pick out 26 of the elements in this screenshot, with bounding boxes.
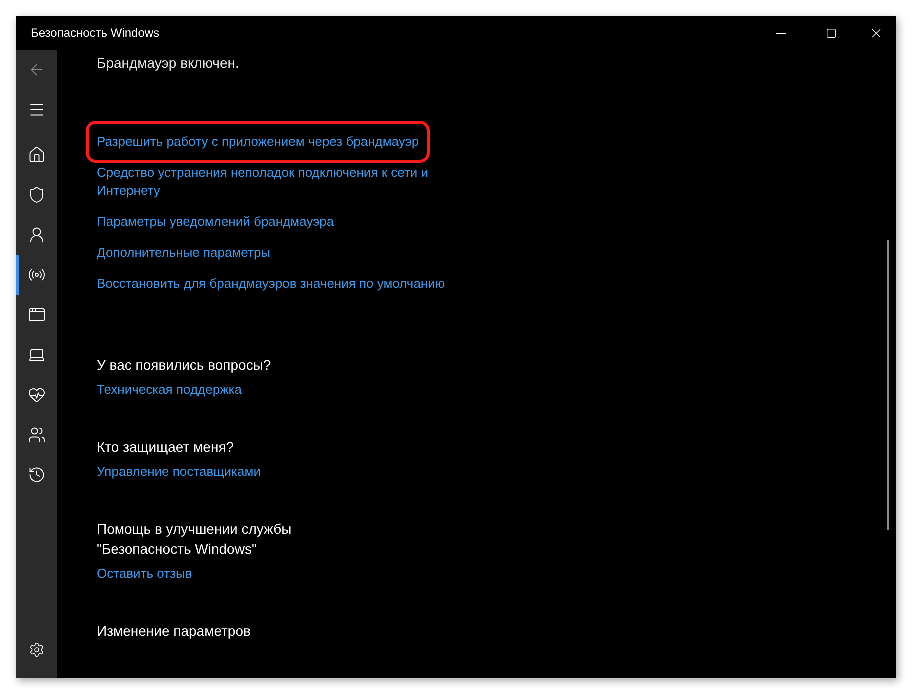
section-heading: У вас появились вопросы?: [97, 356, 272, 375]
section-heading: Кто защищает меня?: [97, 438, 236, 457]
person-icon: [28, 226, 46, 244]
section-link[interactable]: Оставить отзыв: [97, 565, 192, 583]
settings-link[interactable]: Параметры уведомлений брандмауэра: [97, 213, 334, 231]
minimize-icon: [776, 32, 786, 34]
window-title: Безопасность Windows: [31, 25, 160, 42]
maximize-icon: [826, 28, 836, 38]
settings-link[interactable]: Разрешить работу с приложением через брандмауэр: [97, 133, 420, 151]
settings-link[interactable]: Восстановить для брандмауэров значения по умолчанию: [97, 275, 446, 293]
home-icon: [28, 146, 46, 164]
settings-icon: [28, 642, 44, 658]
section-link[interactable]: Техническая поддержка: [97, 381, 242, 399]
shield-icon: [28, 186, 46, 204]
section-heading: Помощь в улучшении службы "Безопасность Windows": [97, 520, 293, 559]
heart-pulse-icon: [28, 386, 46, 404]
settings-link[interactable]: Средство устранения неполадок подключения к сети и Интернету: [97, 164, 476, 200]
scrollbar[interactable]: [887, 240, 889, 530]
people-icon: [28, 426, 46, 444]
browser-window-icon: [28, 306, 46, 324]
history-icon: [28, 466, 46, 484]
firewall-status-text: Брандмауэр включен.: [97, 54, 240, 73]
section-heading: Изменение параметров: [97, 622, 252, 641]
antenna-icon: [28, 266, 46, 284]
section-link[interactable]: Управление поставщиками: [97, 463, 261, 481]
settings-link[interactable]: Дополнительные параметры: [97, 244, 271, 262]
